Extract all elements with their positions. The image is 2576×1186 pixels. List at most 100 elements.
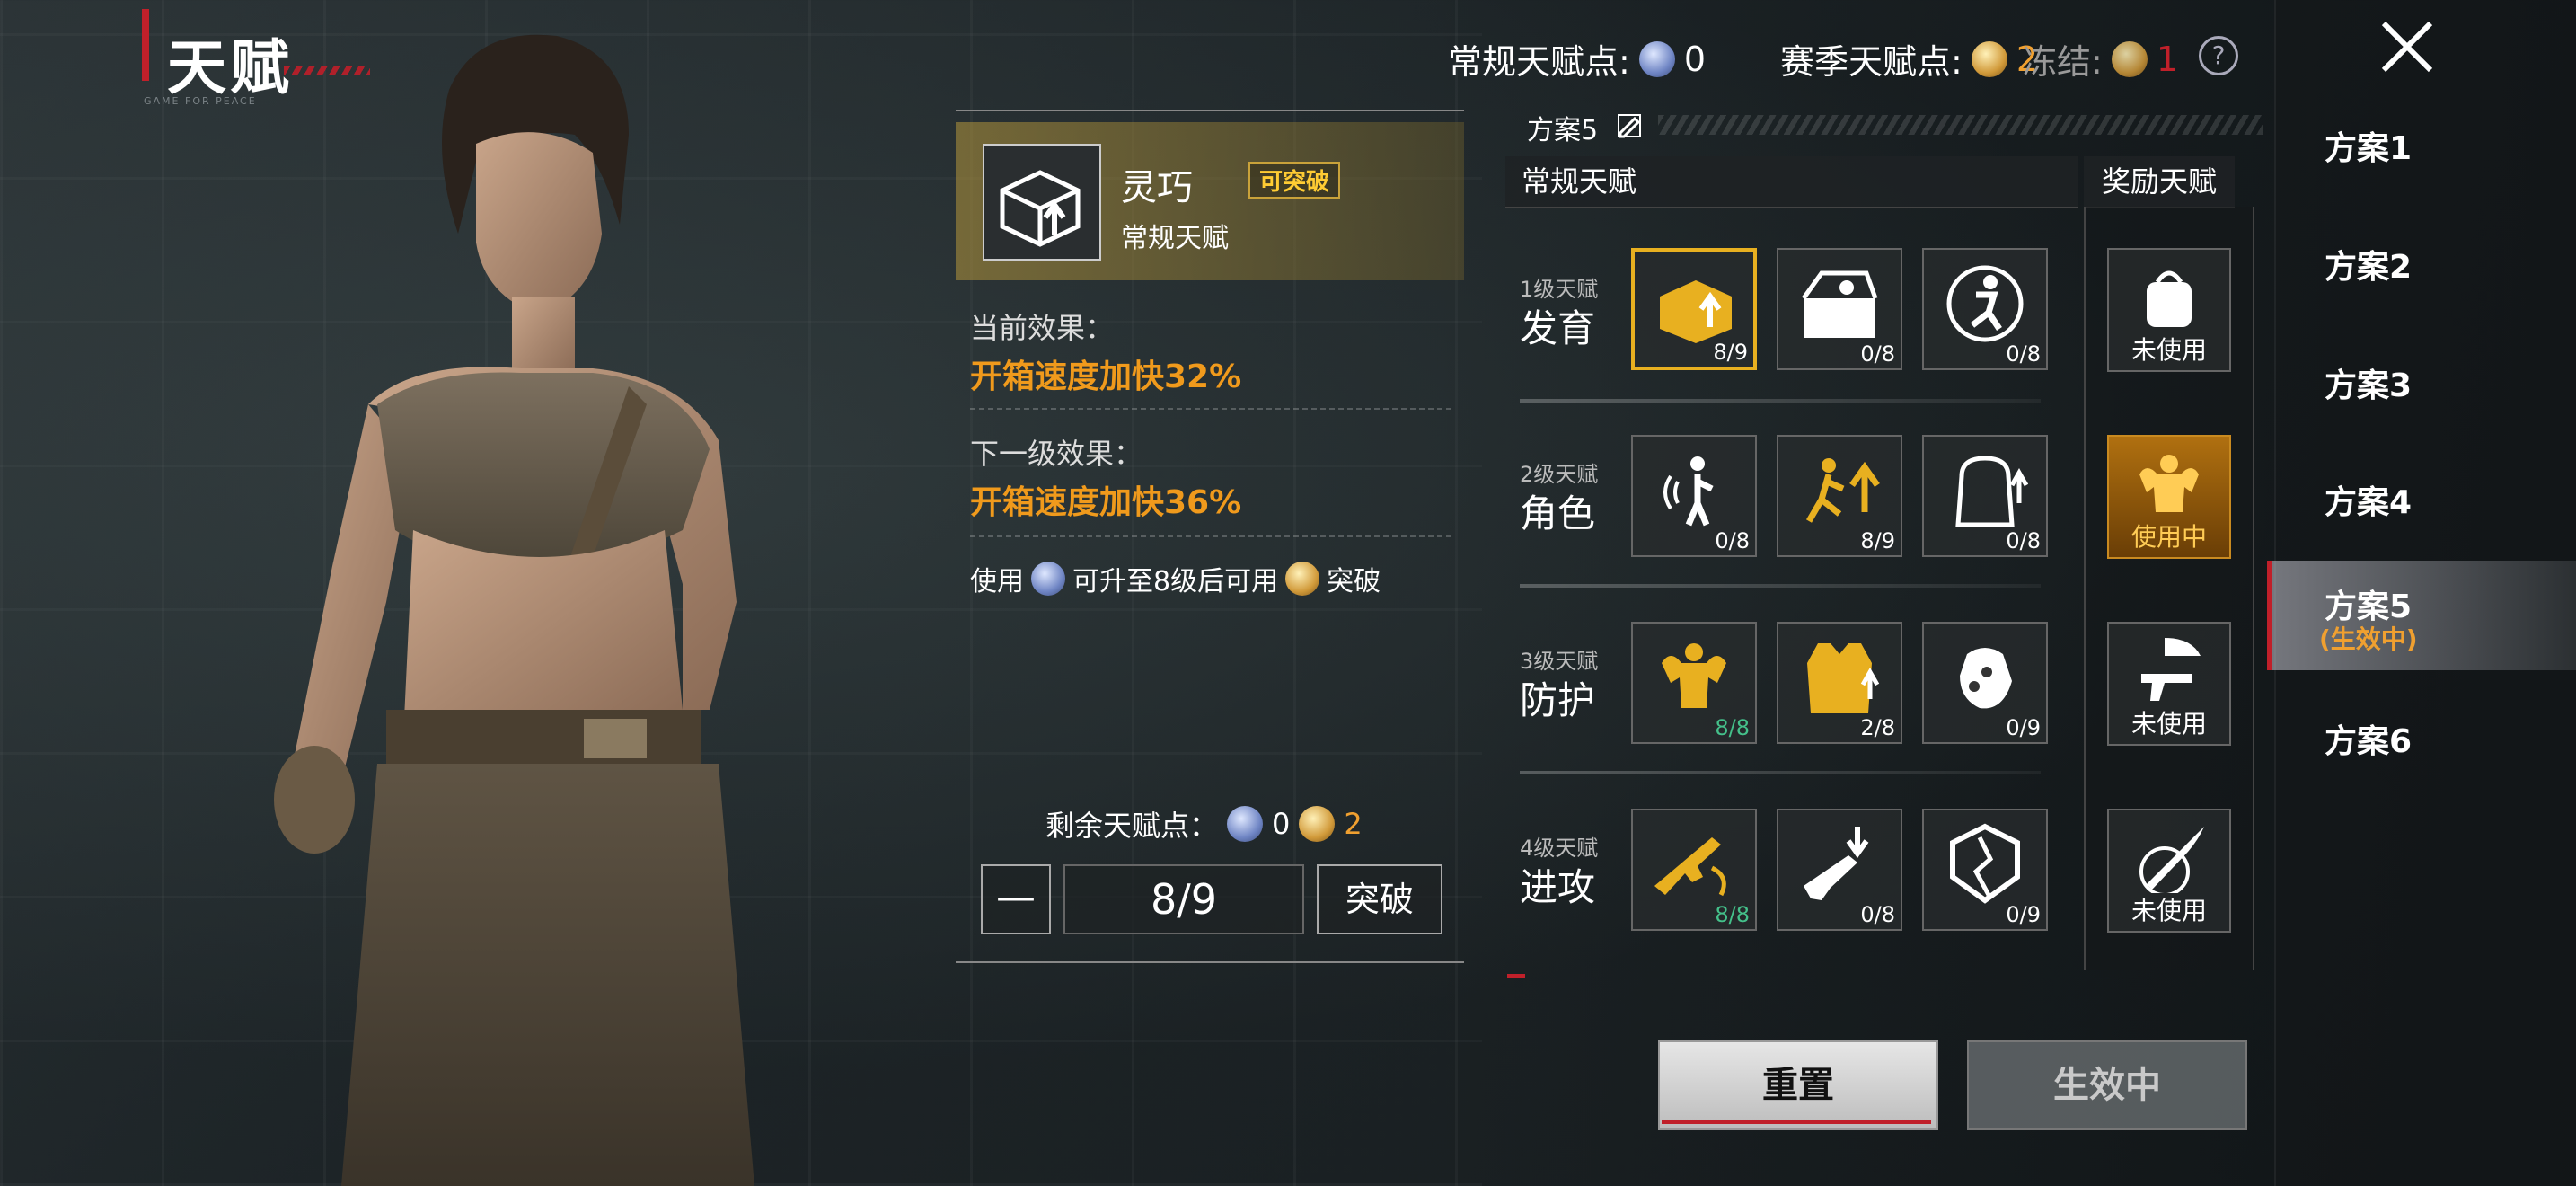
level-count: 8/9 [1063,864,1304,934]
page-title: 天赋 [167,33,293,102]
title-subtitle: GAME FOR PEACE [144,95,257,107]
runner-icon [1946,265,2024,342]
sprint-icon [1805,458,1880,523]
tier-divider [1520,771,2041,774]
talent-cell-reload[interactable]: 0/8 [1777,809,1902,931]
next-effect-value: 开箱速度加快36% [970,484,1242,521]
next-effect-label: 下一级效果： [970,437,1143,471]
season-point-coin-icon [1971,40,2007,77]
regular-talent-header: 常规天赋 [1505,156,2078,208]
note-use: 使用 [970,566,1024,597]
strongman-icon [2139,455,2199,512]
glove-icon [1960,648,2012,709]
talent-count: 0/8 [2006,528,2041,553]
close-icon[interactable] [2371,11,2443,83]
decrease-button[interactable]: — [981,864,1051,934]
remain-regular: 0 [1272,807,1291,841]
vest-icon [1807,643,1880,713]
tree-plan-name: 方案5 [1527,115,1599,146]
divider [970,535,1451,537]
regular-points-label: 常规天赋点: [1448,42,1630,82]
talent-cell-muscle[interactable]: 8/8 [1631,622,1757,744]
season-points: 赛季天赋点: 2 [1780,34,2038,84]
note-mid: 可升至8级后可用 [1072,566,1279,597]
talent-cell-sound[interactable]: 0/8 [1631,435,1757,557]
upgrade-note: 使用 可升至8级后可用 突破 [970,559,1381,598]
talent-cell-bag[interactable]: 0/8 [1922,435,2048,557]
character-figure [274,34,754,1186]
scroll-marker [1507,974,1525,978]
reward-cell-bullet[interactable]: 未使用 [2107,809,2231,933]
talent-cell-sprint[interactable]: 8/9 [1777,435,1902,557]
talent-count: 0/8 [1860,902,1895,927]
reward-cell-airdrop-gun[interactable]: 未使用 [2107,622,2231,746]
tier-divider [1520,399,2041,403]
tier-4-name: 进攻 [1520,865,1596,909]
supply-box-icon [1801,270,1878,338]
shield-break-icon [1950,823,2020,904]
edit-icon[interactable] [1617,111,1644,138]
plan-item-4[interactable]: 方案4 [2325,476,2412,523]
tier-2-name: 角色 [1520,491,1596,535]
selected-talent-name: 灵巧 [1121,167,1193,208]
frozen-label: 冻结: [2023,42,2103,82]
help-icon[interactable]: ? [2199,36,2238,75]
reward-talent-header: 奖励天赋 [2084,156,2235,208]
talent-cell-crate[interactable]: 8/9 [1631,248,1757,370]
talent-count: 2/8 [1860,715,1895,740]
remaining-points: 剩余天赋点： 0 2 [1045,803,1363,845]
reset-button-accent [1662,1120,1931,1124]
divider [970,408,1451,410]
talent-cell-runner[interactable]: 0/8 [1922,248,2048,370]
frozen-points: 冻结: 1 [2023,34,2178,84]
active-button[interactable]: 生效中 [1967,1040,2247,1130]
regular-points-value: 0 [1683,39,1706,79]
title-stripes [284,66,370,75]
panel-bottom-divider [956,961,1464,963]
plan-item-6[interactable]: 方案6 [2325,715,2412,762]
crate-icon [1660,280,1732,343]
talent-cell-shield-break[interactable]: 0/9 [1922,809,2048,931]
header-stripes [1658,115,2263,135]
talent-count: 8/8 [1715,902,1750,927]
plan-item-3[interactable]: 方案3 [2325,359,2412,406]
reward-status: 未使用 [2130,896,2207,925]
selected-talent-crate-icon [983,144,1101,261]
reset-button[interactable]: 重置 [1658,1040,1938,1130]
plan-item-2[interactable]: 方案2 [2325,241,2412,288]
talent-count: 0/8 [1860,341,1895,367]
frozen-value: 1 [2156,39,2178,79]
reward-cell-backpack[interactable]: 未使用 [2107,248,2231,372]
tier-3-name: 防护 [1520,678,1596,722]
reward-status: 使用中 [2130,522,2207,552]
bag-icon [1955,456,2029,527]
talent-count: 0/8 [1715,528,1750,553]
frozen-coin-icon [2111,40,2148,77]
break-button[interactable]: 突破 [1317,864,1442,934]
talent-count: 0/9 [2006,715,2041,740]
panel-top-divider [956,110,1464,111]
plan-item-5-status: (生效中) [2319,624,2418,654]
talent-cell-rifle[interactable]: 8/8 [1631,809,1757,931]
talent-count: 8/8 [1715,715,1750,740]
current-effect-value: 开箱速度加快32% [970,358,1242,395]
rifle-icon [1654,837,1726,897]
season-point-coin-icon [1299,806,1336,842]
season-point-coin-icon [1285,562,1320,596]
talent-cell-supply-box[interactable]: 0/8 [1777,248,1902,370]
talent-count: 8/9 [1713,340,1748,365]
sound-icon [1663,456,1714,527]
reward-cell-strongman[interactable]: 使用中 [2107,435,2231,559]
reward-status: 未使用 [2130,335,2207,365]
plan-item-1[interactable]: 方案1 [2325,122,2412,169]
backpack-icon [2147,270,2192,327]
talent-cell-vest[interactable]: 2/8 [1777,622,1902,744]
selected-talent-type: 常规天赋 [1121,223,1229,254]
talent-cell-glove[interactable]: 0/9 [1922,622,2048,744]
remain-season: 2 [1344,807,1363,841]
title-accent-bar [142,9,149,81]
plan-active-highlight [2267,561,2576,670]
regular-point-coin-icon [1227,806,1264,842]
talent-count: 0/8 [2006,341,2041,367]
talent-count: 8/9 [1860,528,1895,553]
